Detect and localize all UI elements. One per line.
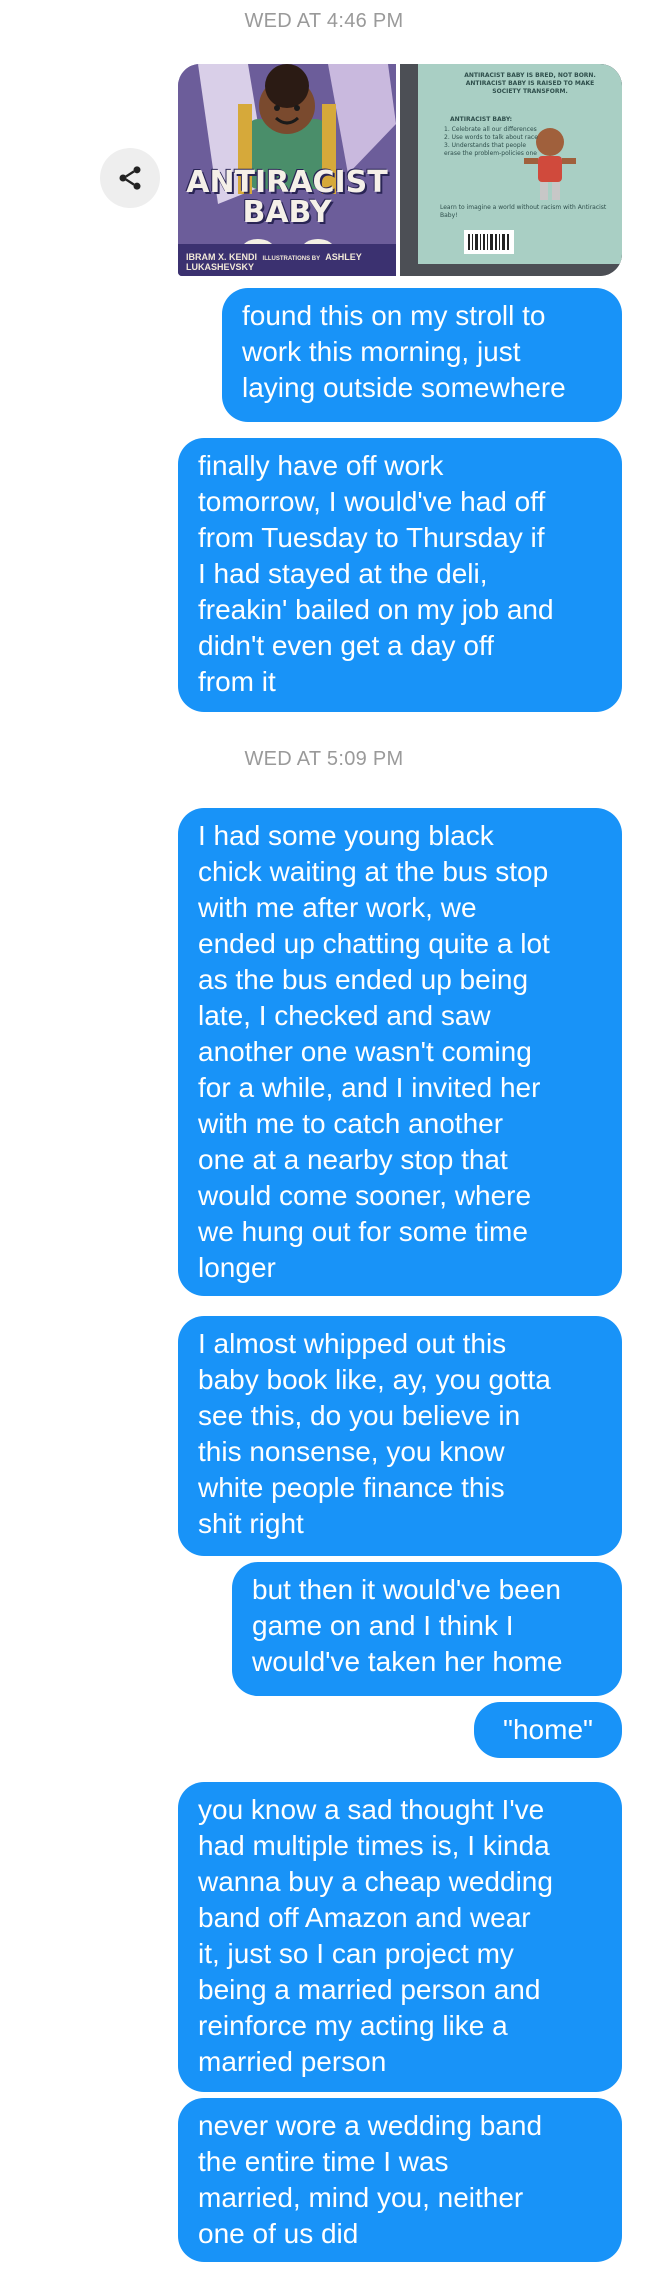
message-bubble[interactable]: never wore a wedding band the entire tim… [178, 2098, 622, 2262]
book-title-line1: ANTIRACIST [186, 165, 388, 200]
timestamp: WED AT 4:46 PM [244, 10, 404, 32]
book-illustrations-label: ILLUSTRATIONS BY [262, 256, 321, 262]
timestamp: WED AT 5:09 PM [244, 748, 404, 770]
book-back-steps-title: ANTIRACIST BABY: [450, 116, 513, 123]
message-bubble[interactable]: you know a sad thought I've had multiple… [178, 1782, 622, 2092]
message-bubble[interactable]: I had some young black chick waiting at … [178, 808, 622, 1296]
book-cover-title: ANTIRACIST BABY [178, 168, 396, 228]
book-back-headline: ANTIRACIST BABY IS BRED, NOT BORN. ANTIR… [464, 72, 596, 95]
message-bubble[interactable]: but then it would've been game on and I … [232, 1562, 622, 1696]
share-button[interactable] [100, 148, 160, 208]
book-back-step: erase the problem-policies one [444, 150, 537, 157]
book-cover-image[interactable]: ANTIRACIST BABY IBRAM X. KENDI ILLUSTRAT… [178, 64, 396, 276]
share-icon [119, 166, 141, 190]
message-bubble[interactable]: found this on my stroll to work this mor… [222, 288, 622, 422]
book-author: IBRAM X. KENDI [186, 252, 258, 262]
book-back-step: 3. Understands that people [444, 142, 527, 149]
book-cover-credits: IBRAM X. KENDI ILLUSTRATIONS BY ASHLEY L… [186, 252, 396, 272]
message-bubble[interactable]: finally have off work tomorrow, I would'… [178, 438, 622, 712]
book-back-step: 1. Celebrate all our differences [444, 126, 537, 133]
book-back-tagline: Learn to imagine a world without racism … [440, 204, 607, 219]
message-bubble[interactable]: I almost whipped out this baby book like… [178, 1316, 622, 1556]
book-back-step: 2. Use words to talk about race [444, 134, 538, 141]
book-back-image[interactable]: ANTIRACIST BABY IS BRED, NOT BORN. ANTIR… [400, 64, 622, 276]
book-title-line2: BABY [242, 195, 332, 230]
message-bubble[interactable]: "home" [474, 1702, 622, 1758]
